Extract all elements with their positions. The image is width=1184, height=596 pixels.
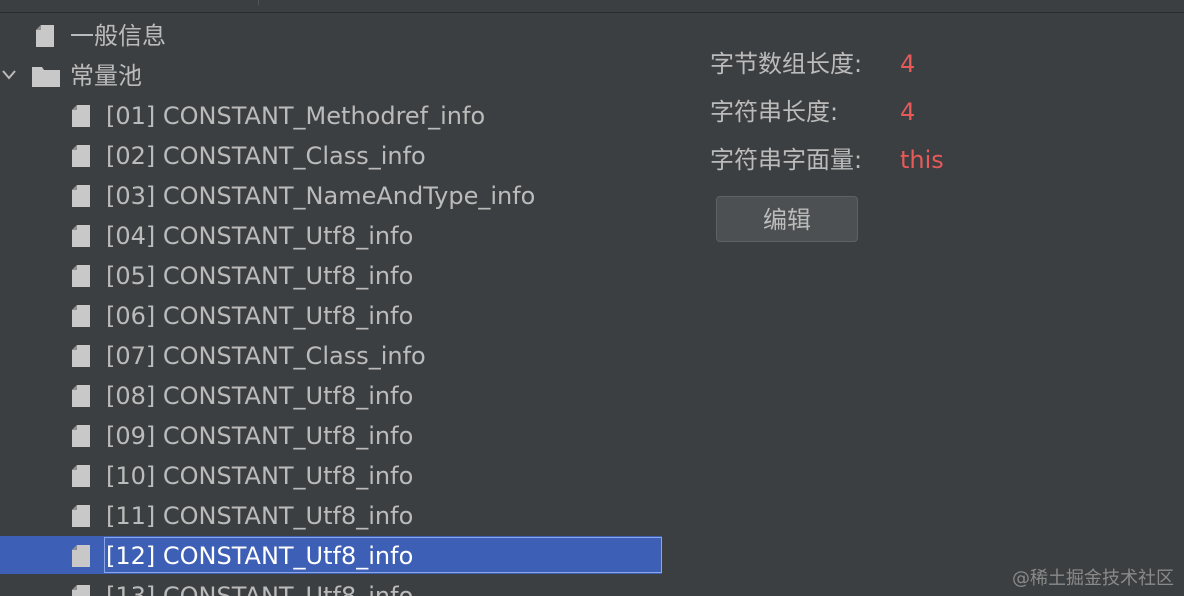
- constant-pool-item[interactable]: [01] CONSTANT_Methodref_info: [0, 96, 670, 136]
- file-icon: [72, 585, 90, 596]
- file-icon: [72, 265, 90, 287]
- constant-pool-item[interactable]: [03] CONSTANT_NameAndType_info: [0, 176, 670, 216]
- top-border: [0, 0, 1184, 13]
- string-length-row: 字符串长度: 4: [710, 92, 1170, 132]
- string-literal-row: 字符串字面量: this: [710, 140, 1170, 180]
- constant-pool-item-label: [04] CONSTANT_Utf8_info: [106, 222, 414, 250]
- file-icon: [72, 225, 90, 247]
- constant-pool-item-label: [12] CONSTANT_Utf8_info: [106, 542, 414, 570]
- constant-pool-item[interactable]: [08] CONSTANT_Utf8_info: [0, 376, 670, 416]
- structure-tree: 一般信息 常量池 [01] CONSTANT_Methodref_info [02…: [0, 16, 670, 596]
- constant-pool-item-label: [02] CONSTANT_Class_info: [106, 142, 426, 170]
- constant-pool-item[interactable]: [06] CONSTANT_Utf8_info: [0, 296, 670, 336]
- constant-pool-item-label: [03] CONSTANT_NameAndType_info: [106, 182, 536, 210]
- file-icon: [72, 345, 90, 367]
- constant-pool-item-label: [11] CONSTANT_Utf8_info: [106, 502, 414, 530]
- tree-item-constant-pool[interactable]: 常量池: [0, 56, 670, 96]
- tree-item-label: 一般信息: [70, 22, 166, 50]
- file-icon: [72, 425, 90, 447]
- file-icon: [72, 545, 90, 567]
- chevron-down-icon[interactable]: [0, 68, 18, 82]
- string-literal-label: 字符串字面量:: [710, 146, 863, 174]
- file-icon: [72, 105, 90, 127]
- constant-pool-item-label: [05] CONSTANT_Utf8_info: [106, 262, 414, 290]
- string-length-label: 字符串长度:: [710, 98, 839, 126]
- constant-pool-item-label: [06] CONSTANT_Utf8_info: [106, 302, 414, 330]
- string-length-value: 4: [900, 98, 916, 126]
- tree-item-label: 常量池: [70, 62, 142, 90]
- constant-pool-item[interactable]: [13] CONSTANT_Utf8_info: [0, 576, 670, 596]
- constant-pool-item[interactable]: [02] CONSTANT_Class_info: [0, 136, 670, 176]
- byte-array-length-row: 字节数组长度: 4: [710, 44, 1170, 84]
- top-divider-tick: [258, 0, 259, 5]
- constant-pool-item-label: [01] CONSTANT_Methodref_info: [106, 102, 486, 130]
- file-icon: [72, 185, 90, 207]
- edit-button[interactable]: 编辑: [716, 196, 858, 242]
- constant-pool-item-label: [13] CONSTANT_Utf8_info: [106, 582, 414, 596]
- constant-pool-item[interactable]: [05] CONSTANT_Utf8_info: [0, 256, 670, 296]
- file-icon: [36, 25, 54, 47]
- constant-pool-item-label: [10] CONSTANT_Utf8_info: [106, 462, 414, 490]
- file-icon: [72, 385, 90, 407]
- constant-pool-item[interactable]: [10] CONSTANT_Utf8_info: [0, 456, 670, 496]
- tree-item-general-info[interactable]: 一般信息: [0, 16, 670, 56]
- constant-pool-item[interactable]: [04] CONSTANT_Utf8_info: [0, 216, 670, 256]
- folder-icon: [32, 67, 60, 87]
- constant-pool-item[interactable]: [09] CONSTANT_Utf8_info: [0, 416, 670, 456]
- string-literal-value: this: [900, 146, 944, 174]
- byte-array-length-value: 4: [900, 50, 916, 78]
- constant-pool-item-label: [08] CONSTANT_Utf8_info: [106, 382, 414, 410]
- constant-pool-item[interactable]: [11] CONSTANT_Utf8_info: [0, 496, 670, 536]
- constant-pool-item[interactable]: [12] CONSTANT_Utf8_info: [0, 536, 670, 576]
- file-icon: [72, 145, 90, 167]
- file-icon: [72, 505, 90, 527]
- constant-pool-item[interactable]: [07] CONSTANT_Class_info: [0, 336, 670, 376]
- constant-pool-item-label: [07] CONSTANT_Class_info: [106, 342, 426, 370]
- class-file-viewer: 一般信息 常量池 [01] CONSTANT_Methodref_info [02…: [0, 0, 1184, 596]
- watermark: @稀土掘金技术社区: [1012, 568, 1174, 589]
- byte-array-length-label: 字节数组长度:: [710, 50, 863, 78]
- file-icon: [72, 305, 90, 327]
- constant-pool-item-label: [09] CONSTANT_Utf8_info: [106, 422, 414, 450]
- file-icon: [72, 465, 90, 487]
